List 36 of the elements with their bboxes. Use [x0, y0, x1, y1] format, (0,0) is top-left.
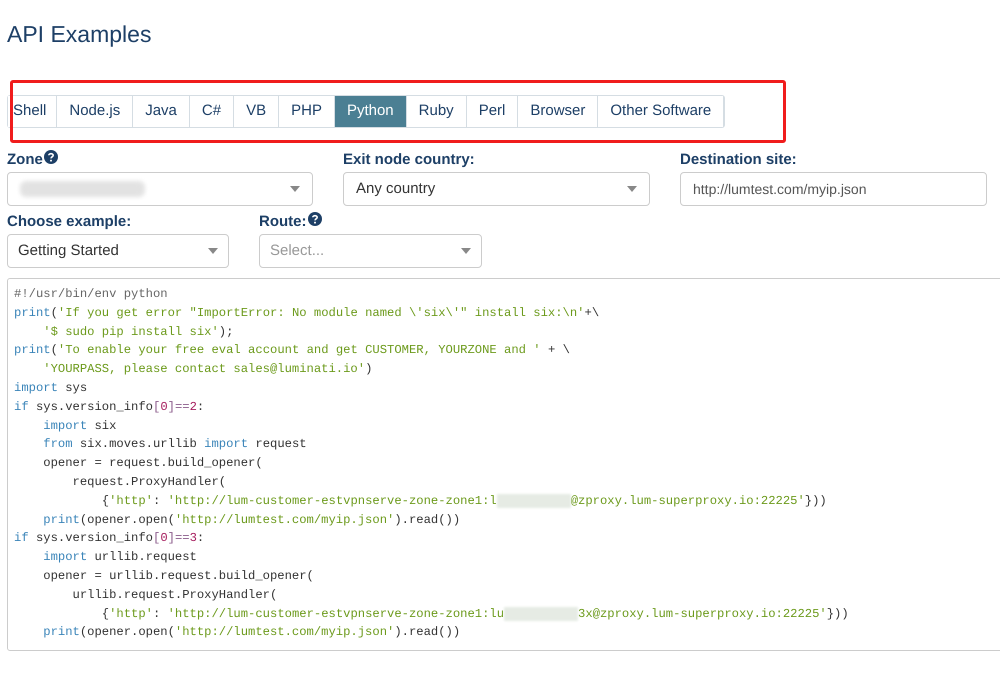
code-line: import six	[42, 418, 116, 435]
code-line: print('To enable your free eval account and get CUSTOMER, YOURZONE and ' + \	[14, 342, 570, 360]
code-line: import urllib.request	[42, 549, 197, 566]
destination-input[interactable]: http://lumtest.com/myip.json	[680, 172, 987, 206]
field-label: Zone	[7, 150, 43, 170]
code-line: print('If you get error "ImportError: No module named \'six\'" install six:\n'+\	[14, 304, 600, 322]
code-line: '$ sudo pip install six');	[42, 324, 234, 341]
code-line: opener = request.build_opener(	[42, 455, 263, 472]
code-line: {'http': 'http://lum-customer-estvpnserve-zone-zone1:l @zproxy.lum-superproxy.io:22225'}))	[100, 492, 827, 510]
code-line: #!/usr/bin/env python	[14, 286, 168, 303]
code-line: import sys	[14, 380, 88, 397]
code-line: if sys.version_info[0]==2:	[14, 398, 204, 416]
caret-icon	[461, 248, 471, 254]
code-line: urllib.request.ProxyHandler(	[72, 586, 278, 604]
help-icon[interactable]	[308, 212, 322, 226]
help-icon[interactable]	[44, 150, 58, 164]
field-label: Route:	[259, 212, 306, 232]
field-label: Destination site:	[680, 150, 797, 170]
caret-icon	[208, 248, 218, 254]
code-line: {'http': 'http://lum-customer-estvpnserve-zone-zone1:lu 3x@zproxy.lum-superproxy.io:22225'}))	[100, 606, 849, 623]
code-line: opener = urllib.request.build_opener(	[42, 568, 314, 585]
code-line: request.ProxyHandler(	[72, 474, 226, 491]
field-label: Choose example:	[7, 212, 132, 232]
caret-icon	[290, 186, 300, 192]
code-line: print(opener.open('http://lumtest.com/myip.json').read())	[42, 624, 460, 642]
country-select[interactable]: Any country	[343, 172, 650, 206]
field-label: Exit node country:	[343, 150, 475, 170]
example-select[interactable]: Getting Started	[7, 234, 229, 268]
language-tab[interactable]: Shell	[8, 96, 58, 127]
caret-icon	[627, 186, 637, 192]
code-line: 'YOURPASS, please contact sales@luminati.io')	[42, 361, 372, 378]
code-line: print(opener.open('http://lumtest.com/myip.json').read())	[42, 512, 460, 529]
code-line: from six.moves.urllib import request	[42, 436, 307, 454]
page-title: API Examples	[7, 20, 152, 48]
language-tab[interactable]: Python	[334, 96, 407, 127]
code-line: if sys.version_info[0]==3:	[14, 530, 204, 548]
